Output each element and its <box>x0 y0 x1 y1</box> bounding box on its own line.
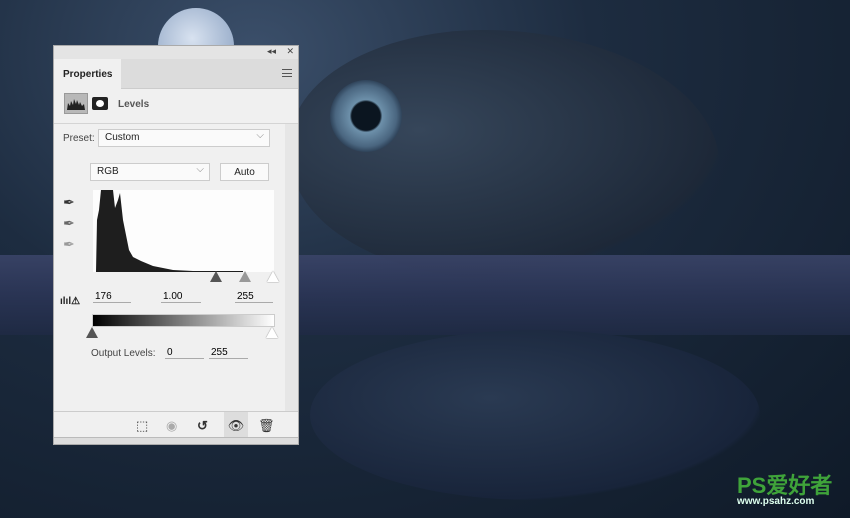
input-gamma-field[interactable] <box>161 291 201 303</box>
gray-eyedropper-icon[interactable]: ✒ <box>63 215 75 232</box>
input-black-field[interactable] <box>93 291 131 303</box>
channel-select[interactable]: RGB <box>90 163 210 181</box>
levels-icon[interactable] <box>64 93 88 114</box>
input-white-field[interactable] <box>235 291 273 303</box>
preset-select[interactable]: Custom <box>98 129 270 147</box>
histogram <box>93 190 274 272</box>
white-eyedropper-icon[interactable]: ✒ <box>63 236 75 253</box>
tab-bar: Properties <box>54 59 298 90</box>
output-gradient <box>92 314 275 327</box>
close-icon[interactable]: ✕ <box>286 46 294 57</box>
output-white-slider[interactable] <box>266 327 278 338</box>
scrollbar[interactable] <box>285 124 298 411</box>
histogram-shape <box>96 190 243 272</box>
adjustment-title: Levels <box>118 99 150 110</box>
clipping-warning-icon[interactable]: ılıl⚠ <box>60 296 80 307</box>
fish-eye <box>330 80 402 152</box>
reset-icon[interactable]: ↺ <box>197 418 208 434</box>
bottom-toolbar: ⬚ ◉ ↺ 👁 🗑 <box>54 411 298 438</box>
panel-titlebar[interactable]: ◂◂ ✕ <box>54 46 298 59</box>
fish-reflection <box>310 330 760 500</box>
output-black-field[interactable] <box>165 347 204 359</box>
input-gamma-slider[interactable] <box>239 271 251 282</box>
clip-to-layer-icon[interactable]: ⬚ <box>136 418 148 434</box>
output-white-field[interactable] <box>209 347 248 359</box>
auto-button[interactable]: Auto <box>220 163 269 181</box>
mask-icon[interactable] <box>92 97 108 110</box>
view-previous-icon[interactable]: ◉ <box>166 418 177 434</box>
properties-panel: ◂◂ ✕ Properties Levels Preset: Custom RG… <box>53 45 299 445</box>
input-black-slider[interactable] <box>210 271 222 282</box>
visibility-icon[interactable]: 👁 <box>224 412 248 438</box>
tab-properties[interactable]: Properties <box>54 59 121 90</box>
trash-icon[interactable]: 🗑 <box>258 418 275 434</box>
resize-grip[interactable] <box>54 437 298 444</box>
output-levels-label: Output Levels: <box>91 348 156 359</box>
black-eyedropper-icon[interactable]: ✒ <box>63 194 75 211</box>
panel-menu-icon[interactable] <box>282 69 292 77</box>
divider <box>54 123 298 124</box>
output-black-slider[interactable] <box>86 327 98 338</box>
collapse-icon[interactable]: ◂◂ <box>267 46 276 57</box>
fish-body <box>290 30 720 280</box>
preset-label: Preset: <box>63 133 95 144</box>
watermark-logo: PS爱好者 www.psahz.com <box>737 473 833 508</box>
input-white-slider[interactable] <box>267 271 279 282</box>
